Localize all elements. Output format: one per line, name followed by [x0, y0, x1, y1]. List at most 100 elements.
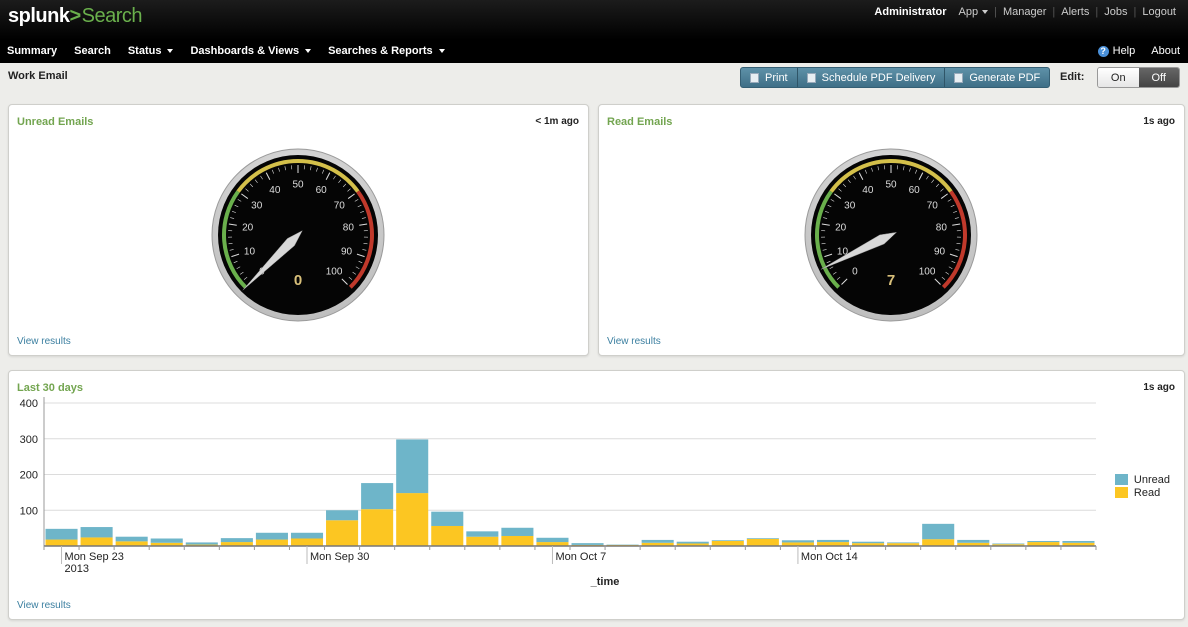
print-button[interactable]: Print [741, 68, 798, 87]
gauge-tick-label: 80 [343, 223, 355, 234]
pdf-button-group: Print Schedule PDF Delivery Generate PDF [740, 67, 1051, 88]
schedule-pdf-button[interactable]: Schedule PDF Delivery [798, 68, 946, 87]
gauge-tick-label: 0 [852, 267, 858, 278]
bar-unread [501, 527, 534, 536]
gauge-value: 0 [294, 272, 302, 289]
logo-brand: splunk [8, 5, 70, 27]
chevron-down-icon [305, 49, 312, 53]
manager-link[interactable]: Manager [997, 6, 1052, 18]
bar-unread [536, 537, 569, 543]
legend-item-read[interactable]: Read [1114, 486, 1170, 499]
nav-label: Summary [7, 45, 58, 57]
bar-read [45, 539, 78, 546]
gauge-tick-label: 90 [341, 246, 353, 257]
bar-unread [185, 542, 218, 545]
bar-unread [290, 532, 324, 539]
printer-icon [750, 72, 759, 83]
stacked-bar-chart: 100 200 300 400 Mon Sep 232013 Mon Sep 30 Mon … [20, 397, 1097, 588]
bar-read [922, 539, 955, 546]
bar-unread [80, 527, 113, 538]
x-tick-label: Mon Oct 7 [555, 551, 606, 563]
document-icon [954, 72, 964, 83]
chevron-down-icon [982, 10, 989, 15]
nav-dashboards-views[interactable]: Dashboards & Views [183, 45, 318, 57]
gauge-tick-label: 60 [316, 185, 328, 196]
panel-title: Unread Emails [17, 116, 94, 128]
bar-read [746, 538, 779, 546]
bar-read [711, 540, 744, 546]
bar-unread [45, 528, 78, 540]
bar-read [396, 493, 429, 546]
top-links: Administrator App | Manager | Alerts | J… [868, 6, 1182, 18]
gauge-tick-label: 80 [936, 223, 948, 234]
calendar-icon [806, 72, 816, 83]
bar-unread [746, 538, 779, 539]
nav-label: Dashboards & Views [190, 45, 300, 57]
read-emails-panel: Read Emails 1s ago 0 10 20 30 40 50 60 70 80 90 10… [598, 104, 1185, 356]
bar-unread [466, 531, 499, 537]
gauge-tick-label: 100 [919, 267, 936, 278]
gauge-tick-label: 50 [292, 180, 304, 191]
bar-read [80, 537, 113, 546]
view-results-link[interactable]: View results [607, 336, 661, 347]
view-results-link[interactable]: View results [17, 600, 71, 611]
jobs-link[interactable]: Jobs [1098, 6, 1133, 18]
unread-emails-panel: Unread Emails < 1m ago 0 10 20 30 40 50 60 70 80… [8, 104, 589, 356]
splunk-logo[interactable]: splunk>Search [8, 5, 143, 28]
legend-item-unread[interactable]: Unread [1114, 473, 1170, 486]
edit-on-button[interactable]: On [1098, 68, 1139, 87]
bar-unread [957, 539, 990, 543]
panel-timestamp: < 1m ago [535, 116, 579, 127]
x-tick-label: Mon Sep 30 [310, 551, 369, 563]
about-link[interactable]: About [1151, 45, 1180, 57]
chevron-down-icon [167, 49, 174, 53]
nav-bar: Summary Search Status Dashboards & Views… [0, 40, 1188, 63]
schedule-label: Schedule PDF Delivery [821, 71, 936, 84]
bar-unread [220, 538, 253, 543]
alerts-link[interactable]: Alerts [1055, 6, 1095, 18]
y-tick-label: 200 [20, 470, 38, 482]
legend-label: Read [1133, 486, 1161, 499]
bar-unread [711, 540, 744, 541]
view-results-link[interactable]: View results [17, 336, 71, 347]
bar-read [466, 536, 499, 546]
generate-pdf-button[interactable]: Generate PDF [945, 68, 1049, 87]
bar-unread [396, 439, 429, 494]
x-tick-sublabel: 2013 [65, 563, 89, 575]
bar-unread [641, 539, 674, 543]
gauge-tick-label: 70 [927, 201, 939, 212]
panel-timestamp: 1s ago [1143, 382, 1175, 393]
bar-unread [150, 538, 183, 543]
logout-link[interactable]: Logout [1136, 6, 1182, 18]
app-menu[interactable]: App [953, 6, 995, 18]
panel-timestamp: 1s ago [1143, 116, 1175, 127]
nav-status[interactable]: Status [121, 45, 181, 57]
help-link[interactable]: ? Help [1097, 45, 1136, 57]
logo-gt: > [69, 5, 81, 27]
top-header: splunk>Search Administrator App | Manage… [0, 0, 1188, 40]
help-icon: ? [1097, 45, 1109, 57]
bar-unread [852, 541, 885, 544]
bar-unread [115, 536, 148, 542]
bar-unread [326, 510, 359, 521]
y-tick-label: 300 [20, 434, 38, 446]
help-label: Help [1112, 45, 1136, 57]
bar-unread [992, 543, 1025, 545]
legend-swatch [1114, 487, 1128, 498]
nav-searches-reports[interactable]: Searches & Reports [321, 45, 452, 57]
page-title: Work Email [8, 70, 68, 82]
gauge-tick-label: 50 [885, 180, 897, 191]
bar-unread [887, 542, 920, 544]
gauge-tick-label: 30 [844, 201, 856, 212]
nav-search[interactable]: Search [67, 45, 118, 57]
bar-unread [816, 539, 850, 543]
user-name: Administrator [874, 6, 947, 18]
edit-off-button[interactable]: Off [1138, 68, 1179, 87]
y-tick-label: 400 [20, 398, 38, 410]
nav-label: Searches & Reports [328, 45, 433, 57]
generate-label: Generate PDF [969, 71, 1041, 84]
bar-unread [431, 511, 464, 526]
last-30-days-panel: Last 30 days 1s ago 100 200 300 400 Mon Sep … [8, 370, 1185, 620]
nav-summary[interactable]: Summary [0, 45, 64, 57]
x-tick-label: Mon Oct 14 [801, 551, 858, 563]
